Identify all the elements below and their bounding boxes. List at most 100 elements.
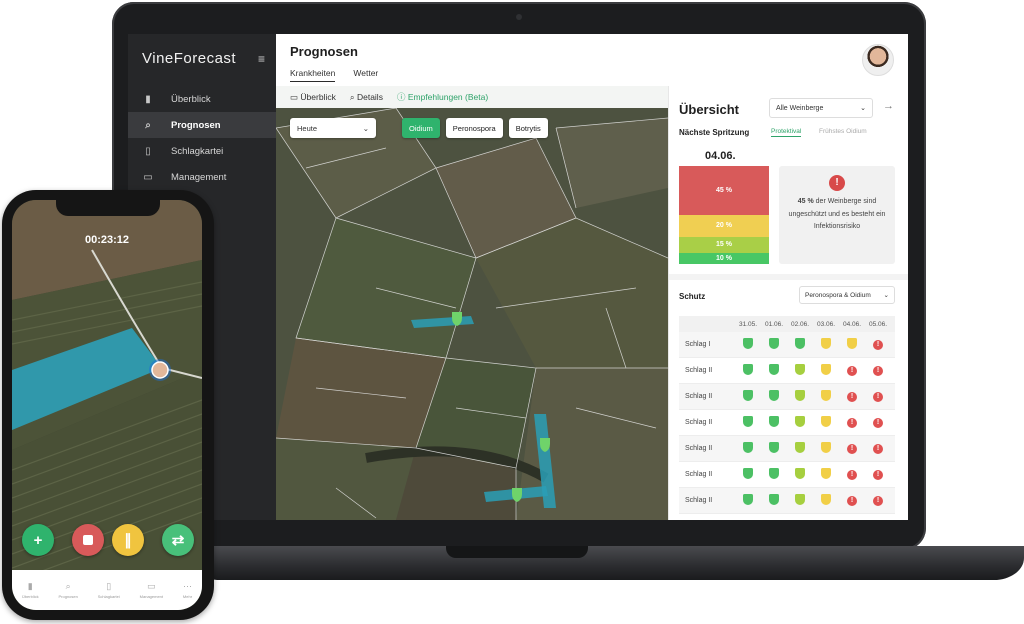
chevron-down-icon: ⌄ (860, 105, 866, 112)
sidebar-item-ueberblick[interactable]: ▮ Überblick (128, 86, 276, 112)
shield-icon (743, 364, 753, 375)
status-cell: ! (865, 443, 891, 454)
tracking-timer: 00:23:12 (84, 234, 130, 246)
filter-peronospora[interactable]: Peronospora (445, 118, 503, 138)
info-icon: ⓘ (396, 92, 408, 102)
pause-button[interactable]: ∥ (112, 524, 144, 556)
status-cell (813, 390, 839, 403)
status-cell (787, 494, 813, 507)
phone-nav-ueberblick[interactable]: ▮ Überblick (22, 581, 39, 599)
phone-nav-prognosen[interactable]: ⌕ Prognosen (59, 581, 78, 599)
shield-icon (769, 468, 779, 479)
chart-icon: ▮ (145, 93, 151, 105)
tab-wetter[interactable]: Wetter (353, 68, 378, 82)
laptop-base (190, 546, 1024, 580)
chevron-down-icon: ⌄ (362, 123, 369, 133)
alert-icon: ! (873, 495, 883, 506)
shield-icon (821, 416, 831, 427)
document-icon: ▯ (145, 145, 151, 157)
search-icon: ⌕ (145, 119, 151, 131)
disease-select[interactable]: Peronospora & Oidium ⌄ (799, 286, 895, 304)
phone-nav-schlagkartei[interactable]: ▯ Schlagkartei (98, 581, 120, 599)
tab-fruehstes-oidium[interactable]: Frühstes Oidium (819, 128, 867, 135)
alert-icon: ! (873, 391, 883, 402)
status-cell (839, 338, 865, 351)
table-row[interactable]: Schlag II!! (679, 436, 895, 462)
alert-icon: ! (847, 469, 857, 480)
row-label: Schlag II (685, 471, 713, 478)
status-cell (735, 390, 761, 403)
status-cell (813, 364, 839, 377)
shield-icon (743, 390, 753, 401)
date-header: 05.06. (868, 320, 888, 328)
overview-panel: Übersicht Alle Weinberge ⌄ → Nächste Spri… (668, 86, 908, 520)
row-label: Schlag II (685, 367, 713, 374)
phone-bottom-nav: ▮ Überblick ⌕ Prognosen ▯ Schlagkartei ▭ Man… (12, 570, 202, 610)
alert-icon: ! (847, 443, 857, 454)
status-cell (761, 338, 787, 351)
table-row[interactable]: Schlag II!! (679, 358, 895, 384)
swap-button[interactable]: ⇄ (162, 524, 194, 556)
pause-icon: ∥ (124, 532, 132, 549)
table-header: 31.05. 01.06. 02.06. 03.06. 04.06. 05.06. (679, 316, 895, 332)
table-row[interactable]: Schlag II!! (679, 462, 895, 488)
app-logo: VineForecast (142, 50, 237, 67)
shield-icon (769, 364, 779, 375)
stage: VineForecast ≡ ▮ Überblick ⌕ Prognosen ▯… (0, 0, 1024, 624)
sidebar-item-label: Überblick (171, 93, 211, 105)
row-label: Schlag II (685, 497, 713, 504)
menu-toggle-icon[interactable]: ≡ (258, 52, 265, 66)
status-cell: ! (839, 417, 865, 428)
date-header: 02.06. (790, 320, 810, 328)
add-button[interactable]: + (22, 524, 54, 556)
alert-icon: ! (847, 365, 857, 376)
risk-bar: 10 % (679, 253, 769, 264)
status-cell (761, 390, 787, 403)
sidebar-item-management[interactable]: ▭ Management (128, 164, 276, 190)
phone-nav-management[interactable]: ▭ Management (140, 581, 163, 599)
arrow-right-icon[interactable]: → (883, 100, 894, 112)
avatar[interactable] (862, 44, 894, 76)
date-select[interactable]: Heute ⌄ (290, 118, 376, 138)
view-details[interactable]: ⌕ Details (350, 92, 383, 103)
status-cell (761, 468, 787, 481)
alert-icon: ! (873, 339, 883, 350)
table-row[interactable]: Schlag II!! (679, 488, 895, 514)
status-cell (813, 338, 839, 351)
webcam-icon (516, 14, 522, 20)
filter-oidium[interactable]: Oidium (402, 118, 440, 138)
table-row[interactable]: Schlag I! (679, 332, 895, 358)
status-cell: ! (865, 391, 891, 402)
status-cell (735, 442, 761, 455)
view-overview[interactable]: ▭ Überblick (290, 92, 336, 103)
satellite-map[interactable] (276, 108, 668, 520)
sidebar-item-prognosen[interactable]: ⌕ Prognosen (128, 112, 276, 138)
status-cell (813, 468, 839, 481)
shield-icon (795, 416, 805, 427)
status-cell (735, 494, 761, 507)
sidebar-item-schlagkartei[interactable]: ▯ Schlagkartei (128, 138, 276, 164)
view-recommendations[interactable]: ⓘ Empfehlungen (Beta) (397, 91, 488, 103)
risk-bar: 20 % (679, 215, 769, 237)
shield-icon (821, 468, 831, 479)
table-row[interactable]: Schlag II!! (679, 410, 895, 436)
table-row[interactable]: Schlag II!! (679, 384, 895, 410)
shield-icon (743, 442, 753, 453)
phone-nav-mehr[interactable]: ⋯ Mehr (183, 581, 192, 599)
shield-icon (769, 494, 779, 505)
shield-icon (795, 338, 805, 349)
stop-button[interactable] (72, 524, 104, 556)
monitor-icon: ▭ (290, 91, 301, 102)
vineyard-select[interactable]: Alle Weinberge ⌄ (769, 98, 873, 118)
tab-krankheiten[interactable]: Krankheiten (290, 68, 336, 82)
risk-info-box: ! 45 % der Weinberge sind ungeschützt un… (779, 166, 895, 264)
laptop-screen: VineForecast ≡ ▮ Überblick ⌕ Prognosen ▯… (128, 34, 908, 520)
status-cell (735, 468, 761, 481)
date-header: 03.06. (816, 320, 836, 328)
swap-icon: ⇄ (171, 532, 185, 549)
filter-botrytis[interactable]: Botrytis (508, 118, 548, 138)
chart-icon: ▮ (27, 581, 33, 591)
status-cell (813, 416, 839, 429)
tab-protektival[interactable]: Protektival (771, 128, 802, 137)
date-header: 04.06. (842, 320, 862, 328)
